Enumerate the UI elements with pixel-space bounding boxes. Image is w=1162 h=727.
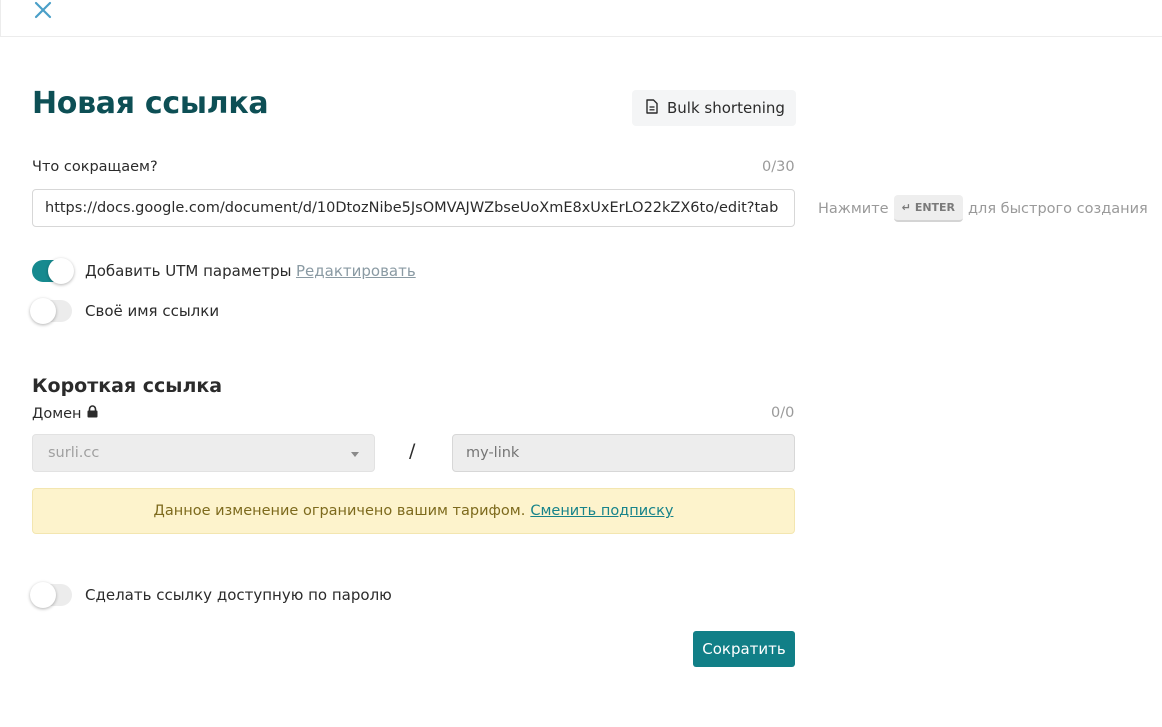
- shorten-button[interactable]: Сократить: [693, 631, 795, 667]
- password-toggle[interactable]: [30, 582, 72, 608]
- enter-hint: Нажмите ↵ ENTER для быстрого создания: [818, 195, 1148, 222]
- password-label: Сделать ссылку доступную по паролю: [85, 586, 392, 604]
- page-title: Новая ссылка: [32, 86, 269, 121]
- url-label: Что сокращаем?: [32, 159, 158, 175]
- path-separator: /: [409, 440, 416, 462]
- short-link-section-title: Короткая ссылка: [32, 375, 223, 397]
- url-counter: 0/30: [762, 159, 795, 175]
- utm-toggle[interactable]: [32, 258, 74, 284]
- change-subscription-link[interactable]: Сменить подписку: [530, 503, 673, 519]
- utm-edit-link[interactable]: Редактировать: [296, 262, 416, 280]
- hint-suffix: для быстрого создания: [968, 200, 1148, 217]
- close-icon[interactable]: [33, 0, 55, 22]
- domain-counter: 0/0: [771, 405, 795, 421]
- bulk-shortening-label: Bulk shortening: [667, 99, 785, 117]
- toggle-knob: [48, 258, 74, 284]
- domain-label-row: Домен: [32, 405, 98, 422]
- url-input[interactable]: [32, 189, 795, 227]
- document-icon: [646, 98, 658, 118]
- domain-label: Домен: [32, 405, 82, 422]
- domain-select[interactable]: surli.cc: [32, 434, 375, 472]
- slug-input[interactable]: [452, 434, 795, 472]
- custom-name-label: Своё имя ссылки: [85, 302, 220, 320]
- enter-key-label: ENTER: [914, 201, 956, 214]
- domain-select-value: surli.cc: [48, 445, 100, 461]
- enter-key-badge: ↵ ENTER: [893, 195, 964, 222]
- caret-down-icon: [351, 445, 359, 461]
- top-bar: [0, 0, 1162, 37]
- hint-prefix: Нажмите: [818, 200, 889, 217]
- utm-label: Добавить UTM параметры: [85, 262, 292, 280]
- enter-icon: ↵: [901, 201, 911, 214]
- custom-name-toggle[interactable]: [30, 298, 72, 324]
- bulk-shortening-button[interactable]: Bulk shortening: [632, 90, 796, 126]
- lock-icon: [87, 405, 98, 422]
- toggle-knob: [30, 582, 56, 608]
- notice-text: Данное изменение ограничено вашим тарифо…: [153, 503, 526, 519]
- plan-restriction-notice: Данное изменение ограничено вашим тарифо…: [32, 488, 795, 534]
- toggle-knob: [30, 298, 56, 324]
